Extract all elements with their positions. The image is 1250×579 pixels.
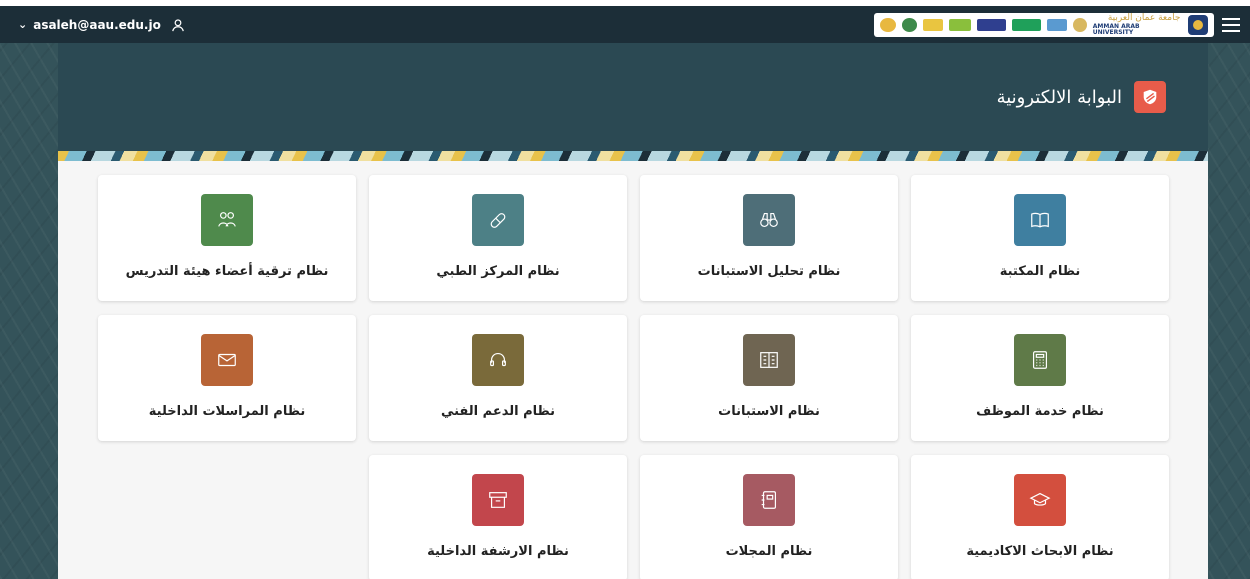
- tile-icon-box: [201, 334, 253, 386]
- calculator-icon: [1032, 351, 1048, 369]
- tile-surveys-analysis[interactable]: نظام تحليل الاستبانات: [640, 175, 898, 301]
- tile-academic-research[interactable]: نظام الابحاث الاكاديمية: [911, 455, 1169, 579]
- book-icon: [1031, 212, 1049, 228]
- tile-label: نظام ترقية أعضاء هيئة التدريس: [125, 264, 329, 279]
- tile-icon-box: [743, 194, 795, 246]
- tile-internal-messages[interactable]: نظام المراسلات الداخلية: [98, 315, 356, 441]
- tile-journals[interactable]: نظام المجلات: [640, 455, 898, 579]
- partner-logo: [923, 18, 943, 31]
- tile-label: نظام المراسلات الداخلية: [148, 404, 306, 419]
- tile-label: نظام المجلات: [725, 544, 813, 559]
- tile-library[interactable]: نظام المكتبة: [911, 175, 1169, 301]
- user-icon: [171, 18, 184, 31]
- tile-icon-box: [472, 474, 524, 526]
- partner-logo: [879, 17, 896, 32]
- main-panel: البوابة الالكترونية نظام المكتبة نظام تح…: [58, 43, 1208, 579]
- tile-faculty-promotion[interactable]: نظام ترقية أعضاء هيئة التدريس: [98, 175, 356, 301]
- tile-internal-archive[interactable]: نظام الارشفة الداخلية: [369, 455, 627, 579]
- user-menu[interactable]: ⌄ asaleh@aau.edu.jo: [18, 18, 185, 32]
- university-name-ar: جامعة عمان العربية: [1107, 12, 1181, 23]
- tile-icon-box: [743, 334, 795, 386]
- tile-surveys[interactable]: نظام الاستبانات: [640, 315, 898, 441]
- partner-logo: [1011, 18, 1042, 31]
- partner-logo: [1047, 18, 1067, 31]
- page-title: البوابة الالكترونية: [996, 86, 1122, 108]
- tile-technical-support[interactable]: نظام الدعم الفني: [369, 315, 627, 441]
- chevron-down-icon: ⌄: [18, 18, 28, 31]
- notebook-icon: [761, 491, 777, 509]
- tile-icon-box: [1014, 334, 1066, 386]
- users-icon: [218, 212, 236, 227]
- tile-label: نظام الاستبانات: [718, 404, 820, 419]
- tile-icon-box: [743, 474, 795, 526]
- hamburger-menu-icon[interactable]: [1222, 17, 1240, 32]
- university-name: جامعة عمان العربية AMMAN ARAB UNIVERSITY: [1092, 12, 1181, 36]
- university-logo: [1188, 14, 1208, 35]
- mail-icon: [218, 353, 236, 367]
- tile-employee-service[interactable]: نظام خدمة الموظف: [911, 315, 1169, 441]
- partner-logo: [901, 17, 918, 32]
- tile-icon-box: [1014, 194, 1066, 246]
- partner-logo: [1073, 17, 1087, 32]
- tile-icon-box: [1014, 474, 1066, 526]
- portal-header: البوابة الالكترونية: [58, 43, 1208, 151]
- partner-logo: [976, 18, 1006, 31]
- headset-icon: [490, 352, 506, 367]
- university-name-en: AMMAN ARAB UNIVERSITY: [1092, 22, 1140, 36]
- portal-badge: [1134, 81, 1166, 113]
- decorative-strip: [58, 151, 1208, 161]
- binoculars-icon: [760, 212, 778, 228]
- archive-box-icon: [489, 492, 507, 508]
- tile-label: نظام المكتبة: [999, 264, 1081, 279]
- tile-label: نظام خدمة الموظف: [976, 404, 1104, 419]
- tile-label: نظام الابحاث الاكاديمية: [966, 544, 1114, 559]
- top-bar: ⌄ asaleh@aau.edu.jo جامعة عمان العربية A…: [0, 0, 1250, 43]
- user-email: asaleh@aau.edu.jo: [33, 17, 161, 32]
- survey-icon: [760, 352, 778, 368]
- tile-medical-center[interactable]: نظام المركز الطبي: [369, 175, 627, 301]
- tile-icon-box: [201, 194, 253, 246]
- systems-grid: نظام المكتبة نظام تحليل الاستبانات نظام …: [58, 161, 1208, 579]
- tile-icon-box: [472, 194, 524, 246]
- tile-label: نظام الارشفة الداخلية: [427, 544, 569, 559]
- graduation-cap-icon: [1029, 492, 1051, 506]
- shield-icon: [1143, 89, 1157, 105]
- partner-logos: جامعة عمان العربية AMMAN ARAB UNIVERSITY: [874, 12, 1214, 37]
- tile-label: نظام الدعم الفني: [440, 404, 556, 419]
- pill-icon: [490, 213, 506, 228]
- tile-label: نظام المركز الطبي: [436, 264, 560, 279]
- partner-logo: [948, 18, 971, 31]
- tile-icon-box: [472, 334, 524, 386]
- tile-label: نظام تحليل الاستبانات: [697, 264, 841, 279]
